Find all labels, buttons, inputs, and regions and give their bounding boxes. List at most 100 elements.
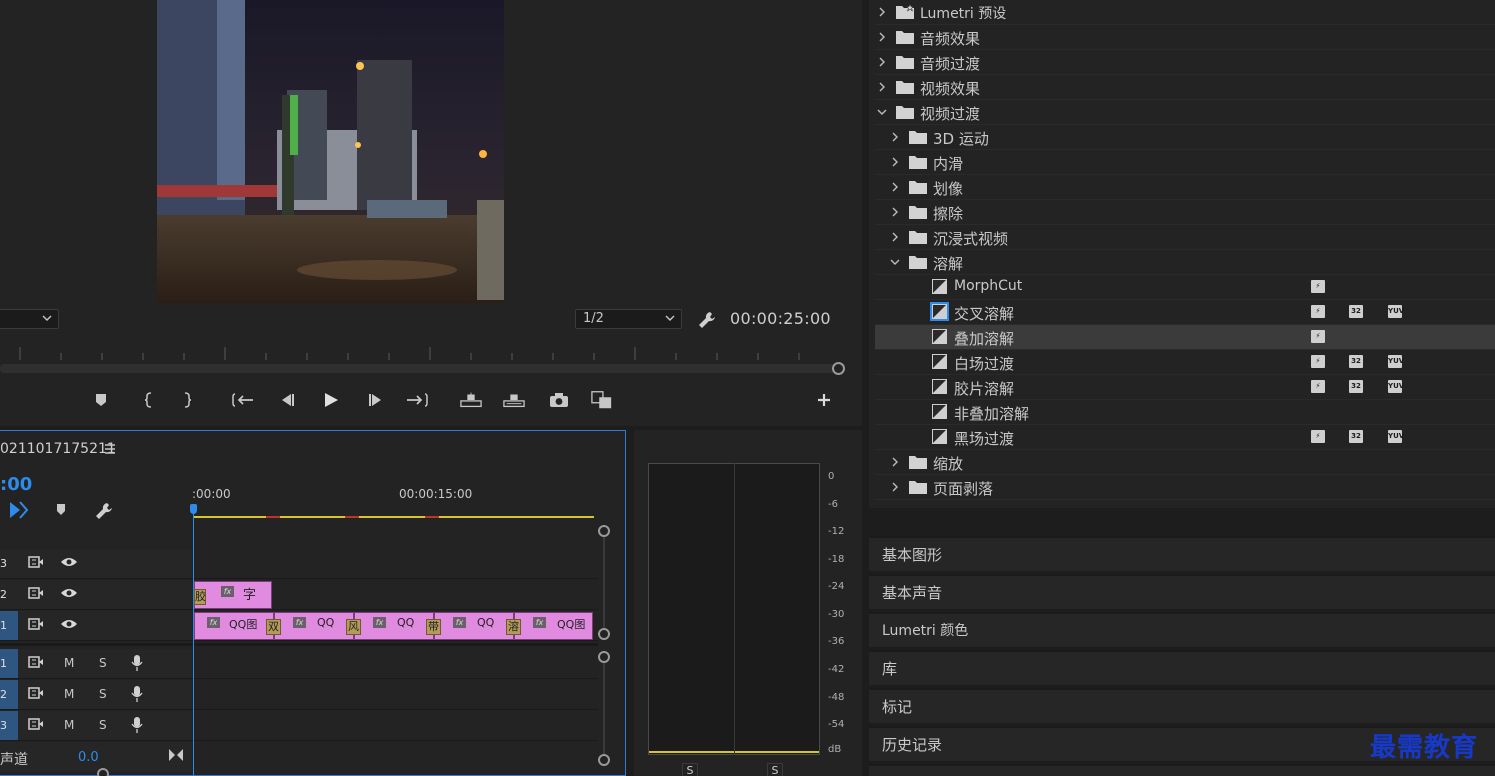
- track-label[interactable]: 3: [0, 549, 18, 578]
- effect-folder[interactable]: 视频效果: [875, 75, 1495, 100]
- solo-button[interactable]: S: [99, 687, 107, 701]
- video-clip[interactable]: fx QQ图: [194, 612, 274, 640]
- chevron-right-icon[interactable]: [890, 157, 900, 167]
- toggle-sync-lock-icon[interactable]: [28, 655, 44, 669]
- microphone-icon[interactable]: [131, 716, 143, 734]
- step-forward-button[interactable]: [365, 390, 387, 410]
- toggle-sync-lock-icon[interactable]: [28, 617, 44, 631]
- panel-essential-graphics[interactable]: 基本图形: [869, 536, 1495, 571]
- video-clip[interactable]: fx QQ: [434, 612, 514, 640]
- effect-item[interactable]: 非叠加溶解: [875, 400, 1495, 425]
- effect-folder[interactable]: 缩放: [875, 450, 1495, 475]
- video-audio-divider[interactable]: [0, 643, 598, 646]
- toggle-sync-lock-icon[interactable]: [28, 555, 44, 569]
- scroll-handle-bottom[interactable]: [598, 754, 610, 766]
- step-back-button[interactable]: [276, 390, 298, 410]
- track-label[interactable]: 2: [0, 680, 18, 709]
- chevron-right-icon[interactable]: [877, 32, 887, 42]
- comparison-view-button[interactable]: [591, 390, 613, 410]
- chevron-right-icon[interactable]: [890, 207, 900, 217]
- video-clip[interactable]: fx QQ: [274, 612, 354, 640]
- go-to-in-button[interactable]: [232, 390, 254, 410]
- mute-button[interactable]: M: [64, 718, 74, 732]
- video-preview[interactable]: [157, 0, 504, 303]
- transition-marker[interactable]: 溶: [506, 619, 521, 635]
- effect-folder[interactable]: 音频效果: [875, 25, 1495, 50]
- chevron-right-icon[interactable]: [890, 457, 900, 467]
- timeline-timecode[interactable]: :00: [0, 474, 32, 495]
- toggle-sync-lock-icon[interactable]: [28, 586, 44, 600]
- solo-right-button[interactable]: S: [767, 763, 783, 776]
- chevron-right-icon[interactable]: [877, 57, 887, 67]
- track-label[interactable]: 1: [0, 649, 18, 678]
- fit-dropdown[interactable]: [0, 309, 59, 329]
- transition-marker[interactable]: 带: [426, 619, 441, 635]
- video-clip[interactable]: fx QQ图: [514, 612, 593, 640]
- scroll-handle-top[interactable]: [598, 651, 610, 663]
- sequence-tab[interactable]: 0211017175211: [0, 441, 116, 457]
- export-frame-button[interactable]: [548, 390, 570, 410]
- playback-timecode[interactable]: 00:00:25:00: [730, 309, 831, 328]
- timeline-settings-button[interactable]: [94, 501, 114, 521]
- resolution-dropdown[interactable]: 1/2: [575, 309, 682, 329]
- effect-item[interactable]: 叠加溶解 ⚡: [875, 325, 1495, 350]
- panel-lumetri-color[interactable]: Lumetri 颜色: [869, 612, 1495, 647]
- scroll-handle-top[interactable]: [598, 525, 610, 537]
- go-to-next-keyframe-icon[interactable]: [168, 748, 184, 762]
- track-label[interactable]: 1: [0, 611, 18, 640]
- go-to-out-button[interactable]: [406, 390, 428, 410]
- zoom-scroll-handle[interactable]: [832, 362, 845, 375]
- effect-folder[interactable]: 页面剥落: [875, 475, 1495, 500]
- add-marker-button[interactable]: [55, 503, 67, 517]
- audio-track-scrollbar[interactable]: [598, 649, 610, 775]
- effect-folder[interactable]: 3D 运动: [875, 125, 1495, 150]
- effect-item[interactable]: 黑场过渡 ⚡ 32 YUV: [875, 425, 1495, 450]
- chevron-right-icon[interactable]: [890, 232, 900, 242]
- mark-out-button[interactable]: [177, 390, 199, 410]
- effect-folder[interactable]: 擦除: [875, 200, 1495, 225]
- eye-icon[interactable]: [60, 586, 78, 600]
- title-clip[interactable]: 胶 fx 字: [194, 581, 272, 609]
- effect-folder[interactable]: 溶解: [875, 250, 1495, 275]
- playhead[interactable]: [193, 509, 194, 776]
- microphone-icon[interactable]: [131, 654, 143, 672]
- master-volume-value[interactable]: 0.0: [78, 750, 99, 765]
- add-marker-button[interactable]: [90, 390, 112, 410]
- panel-menu-icon[interactable]: [104, 444, 116, 454]
- chevron-right-icon[interactable]: [877, 82, 887, 92]
- microphone-icon[interactable]: [131, 685, 143, 703]
- toggle-sync-lock-icon[interactable]: [28, 717, 44, 731]
- effect-folder[interactable]: 划像: [875, 175, 1495, 200]
- wrench-icon[interactable]: [697, 310, 717, 330]
- scroll-handle-bottom[interactable]: [598, 628, 610, 640]
- eye-icon[interactable]: [60, 555, 78, 569]
- effect-folder[interactable]: 内滑: [875, 150, 1495, 175]
- chevron-right-icon[interactable]: [890, 132, 900, 142]
- chevron-down-icon[interactable]: [890, 257, 900, 267]
- effect-item[interactable]: 交叉溶解 ⚡ 32 YUV: [875, 300, 1495, 325]
- extract-button[interactable]: [503, 390, 525, 410]
- effect-folder[interactable]: 沉浸式视频: [875, 225, 1495, 250]
- lift-button[interactable]: [460, 390, 482, 410]
- video-track-scrollbar[interactable]: [598, 523, 610, 643]
- timeline-ruler[interactable]: [194, 499, 594, 519]
- chevron-right-icon[interactable]: [890, 182, 900, 192]
- effect-item[interactable]: 胶片溶解 ⚡ 32 YUV: [875, 375, 1495, 400]
- transition-marker[interactable]: 双: [266, 619, 281, 635]
- transition-marker[interactable]: 风: [346, 619, 361, 635]
- mark-in-button[interactable]: [137, 390, 159, 410]
- mute-button[interactable]: M: [64, 687, 74, 701]
- panel-markers[interactable]: 标记: [869, 688, 1495, 723]
- transition-marker[interactable]: 胶: [194, 589, 206, 605]
- chevron-right-icon[interactable]: [890, 482, 900, 492]
- track-label[interactable]: 3: [0, 711, 18, 740]
- video-clip[interactable]: fx QQ: [354, 612, 434, 640]
- toggle-sync-lock-icon[interactable]: [28, 686, 44, 700]
- eye-icon[interactable]: [60, 617, 78, 631]
- chevron-right-icon[interactable]: [877, 7, 887, 17]
- panel-libraries[interactable]: 库: [869, 650, 1495, 685]
- effect-item[interactable]: 白场过渡 ⚡ 32 YUV: [875, 350, 1495, 375]
- play-button[interactable]: [320, 390, 342, 410]
- solo-left-button[interactable]: S: [682, 763, 698, 776]
- panel-next[interactable]: [869, 764, 1495, 776]
